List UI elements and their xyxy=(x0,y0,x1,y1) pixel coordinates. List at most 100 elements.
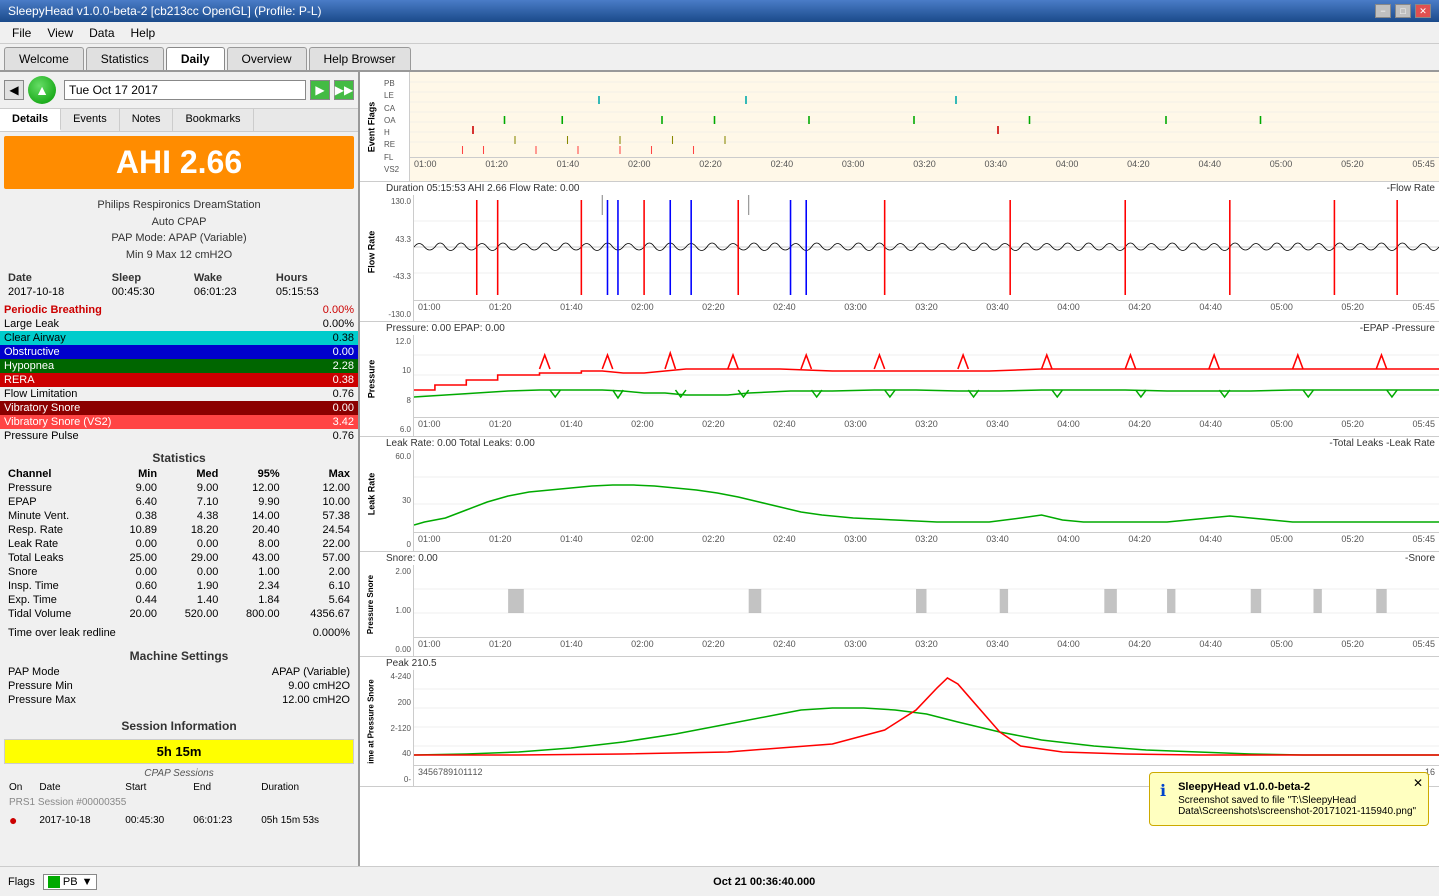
main-content: ◀ ▲ ▶ ▶▶ Details Events Notes Bookmarks … xyxy=(0,72,1439,866)
stat-date: 2017-10-18 xyxy=(4,285,108,299)
nav-forward-button[interactable]: ▶ xyxy=(310,80,330,100)
notification-popup: ℹ SleepyHead v1.0.0-beta-2 Screenshot sa… xyxy=(1149,772,1429,826)
snore-y-axis: 2.001.000.00 xyxy=(382,565,414,656)
pressure-chart: Pressure Pressure: 0.00 EPAP: 0.00 -EPAP… xyxy=(360,322,1439,437)
minimize-button[interactable]: − xyxy=(1375,4,1391,18)
pb-dropdown[interactable]: PB ▼ xyxy=(43,874,98,890)
col-date: Date xyxy=(4,271,108,285)
pressure-right-label: -EPAP -Pressure xyxy=(1360,323,1435,334)
nav-jump-button[interactable]: ▶▶ xyxy=(334,80,354,100)
stat-total-leaks: Total Leaks25.0029.0043.0057.00 xyxy=(4,551,354,565)
device-pressure: Min 9 Max 12 cmH2O xyxy=(4,247,354,264)
col-wake: Wake xyxy=(190,271,272,285)
date-input[interactable] xyxy=(64,80,306,100)
titlebar-controls: − □ ✕ xyxy=(1375,4,1431,18)
menu-help[interactable]: Help xyxy=(123,24,164,42)
snore-title-bar: Snore: 0.00 -Snore xyxy=(382,552,1439,565)
event-value: 0.38 xyxy=(333,374,354,386)
leak-rate-label-vertical: Leak Rate xyxy=(366,473,376,516)
pressure-svg xyxy=(414,335,1439,417)
event-flags-label: Event Flags xyxy=(366,101,376,152)
flow-rate-time-axis: 01:0001:2001:4002:0002:2002:4003:0003:20… xyxy=(414,300,1439,313)
event-label: Obstructive xyxy=(4,346,60,358)
tidal-label-vertical: ime at Pressure Snore xyxy=(367,679,376,763)
machine-settings-section: Machine Settings PAP Mode APAP (Variable… xyxy=(0,641,358,711)
menu-view[interactable]: View xyxy=(39,24,81,42)
leak-redline-label: Time over leak redline xyxy=(8,627,116,639)
event-label: Hypopnea xyxy=(4,360,54,372)
close-button[interactable]: ✕ xyxy=(1415,4,1431,18)
snore-right-label: -Snore xyxy=(1405,553,1435,564)
menu-data[interactable]: Data xyxy=(81,24,122,42)
event-flags-chart: Event Flags PBLECAOAHREFLVS2 xyxy=(360,72,1439,182)
menu-file[interactable]: File xyxy=(4,24,39,42)
event-value: 0.76 xyxy=(333,430,354,442)
event-flow-limitation: Flow Limitation 0.76 xyxy=(0,387,358,401)
snore-svg xyxy=(414,565,1439,637)
stat-leak-rate: Leak Rate0.000.008.0022.00 xyxy=(4,537,354,551)
device-info: Philips Respironics DreamStation Auto CP… xyxy=(0,193,358,267)
right-panel: Event Flags PBLECAOAHREFLVS2 xyxy=(360,72,1439,866)
setting-pressure-min: Pressure Min 9.00 cmH2O xyxy=(8,679,350,693)
titlebar-title: SleepyHead v1.0.0-beta-2 [cb213cc OpenGL… xyxy=(8,4,322,18)
event-large-leak: Large Leak 0.00% xyxy=(0,317,358,331)
pb-label: PB xyxy=(63,876,78,888)
event-value: 0.00 xyxy=(333,402,354,414)
left-tab-notes[interactable]: Notes xyxy=(120,109,174,131)
channel-stats-table: Channel Min Med 95% Max Pressure9.009.00… xyxy=(4,467,354,621)
stat-exp-time: Exp. Time0.441.401.845.64 xyxy=(4,593,354,607)
event-label: Clear Airway xyxy=(4,332,66,344)
tab-overview[interactable]: Overview xyxy=(227,47,307,70)
statusbar: Flags PB ▼ Oct 21 00:36:40.000 xyxy=(0,866,1439,896)
left-panel: ◀ ▲ ▶ ▶▶ Details Events Notes Bookmarks … xyxy=(0,72,360,866)
event-value: 0.00% xyxy=(323,318,354,330)
session-info-header: Session Information xyxy=(4,715,354,735)
snore-chart: Pressure Snore Snore: 0.00 -Snore 2.001.… xyxy=(360,552,1439,657)
tab-statistics[interactable]: Statistics xyxy=(86,47,164,70)
notification-icon: ℹ xyxy=(1160,781,1166,817)
left-tab-events[interactable]: Events xyxy=(61,109,120,131)
channel-stats-section: Statistics Channel Min Med 95% Max Press… xyxy=(0,443,358,625)
pressure-title: Pressure: 0.00 EPAP: 0.00 xyxy=(386,323,505,334)
leak-rate-svg xyxy=(414,450,1439,532)
tidal-title: Peak 210.5 xyxy=(386,658,437,669)
tabbar: Welcome Statistics Daily Overview Help B… xyxy=(0,44,1439,72)
left-tab-bookmarks[interactable]: Bookmarks xyxy=(173,109,253,131)
event-value: 0.38 xyxy=(333,332,354,344)
tab-daily[interactable]: Daily xyxy=(166,47,225,70)
tab-welcome[interactable]: Welcome xyxy=(4,47,84,70)
notification-content: SleepyHead v1.0.0-beta-2 Screenshot save… xyxy=(1178,781,1418,817)
flow-rate-right-label: -Flow Rate xyxy=(1387,183,1435,194)
col-hours: Hours xyxy=(272,271,354,285)
stat-epap: EPAP6.407.109.9010.00 xyxy=(4,495,354,509)
event-label: RERA xyxy=(4,374,35,386)
notification-close-button[interactable]: ✕ xyxy=(1413,776,1423,790)
left-tab-details[interactable]: Details xyxy=(0,109,61,131)
setting-value: 9.00 cmH2O xyxy=(288,680,350,692)
flow-rate-title-bar: Duration 05:15:53 AHI 2.66 Flow Rate: 0.… xyxy=(382,182,1439,195)
setting-value: 12.00 cmH2O xyxy=(282,694,350,706)
tab-help-browser[interactable]: Help Browser xyxy=(309,47,411,70)
device-name: Philips Respironics DreamStation xyxy=(4,197,354,214)
nav-back-button[interactable]: ◀ xyxy=(4,80,24,100)
maximize-button[interactable]: □ xyxy=(1395,4,1411,18)
col-max: Max xyxy=(284,467,354,481)
stat-wake: 06:01:23 xyxy=(190,285,272,299)
stat-tidal-volume: Tidal Volume20.00520.00800.004356.67 xyxy=(4,607,354,621)
event-hypopnea: Hypopnea 2.28 xyxy=(0,359,358,373)
flags-y-labels: PBLECAOAHREFLVS2 xyxy=(382,72,410,181)
col-sleep: Sleep xyxy=(108,271,190,285)
date-nav-icon: ▲ xyxy=(28,76,56,104)
event-value: 2.28 xyxy=(333,360,354,372)
setting-value: APAP (Variable) xyxy=(272,666,350,678)
titlebar: SleepyHead v1.0.0-beta-2 [cb213cc OpenGL… xyxy=(0,0,1439,22)
leak-rate-title-bar: Leak Rate: 0.00 Total Leaks: 0.00 -Total… xyxy=(382,437,1439,450)
snore-time-axis: 01:0001:2001:4002:0002:2002:4003:0003:20… xyxy=(414,637,1439,650)
event-label: Pressure Pulse xyxy=(4,430,79,442)
event-label: Vibratory Snore xyxy=(4,402,80,414)
stat-resp-rate: Resp. Rate10.8918.2020.4024.54 xyxy=(4,523,354,537)
event-vibratory-snore-vs2: Vibratory Snore (VS2) 3.42 xyxy=(0,415,358,429)
leak-rate-chart: Leak Rate Leak Rate: 0.00 Total Leaks: 0… xyxy=(360,437,1439,552)
event-periodic-breathing: Periodic Breathing 0.00% xyxy=(0,303,358,317)
device-pap-mode: PAP Mode: APAP (Variable) xyxy=(4,230,354,247)
